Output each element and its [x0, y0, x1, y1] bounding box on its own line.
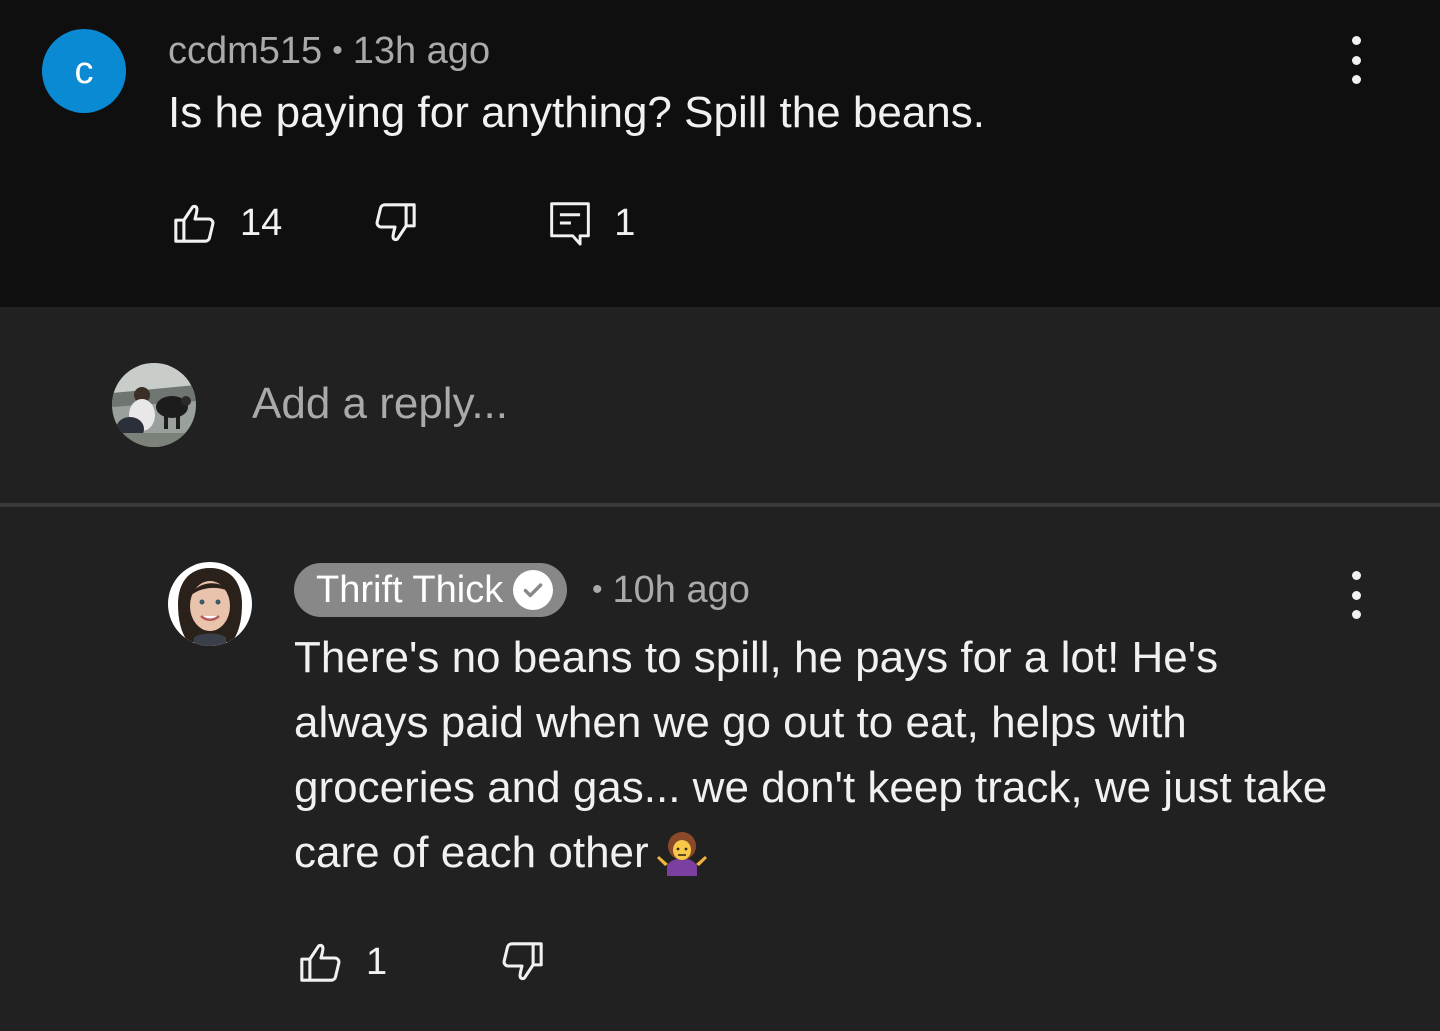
like-button[interactable]: 14 — [172, 200, 282, 246]
parent-comment: c ccdm515 • 13h ago Is he paying for anyth… — [0, 0, 1440, 307]
commenter-username[interactable]: ccdm515 — [168, 30, 322, 72]
dislike-button[interactable] — [499, 939, 545, 985]
like-count: 14 — [240, 201, 283, 244]
reply-count: 1 — [614, 201, 636, 244]
comments-screen: c ccdm515 • 13h ago Is he paying for anyth… — [0, 0, 1440, 1031]
current-user-avatar — [112, 363, 196, 447]
reply-body: There's no beans to spill, he pays for a… — [294, 633, 1328, 877]
comment-meta: ccdm515 • 13h ago — [168, 30, 490, 73]
like-count: 1 — [366, 940, 388, 983]
reply-author-avatar[interactable] — [168, 562, 252, 646]
reply-text: There's no beans to spill, he pays for a… — [294, 625, 1354, 885]
more-vert-icon[interactable] — [1346, 36, 1366, 84]
thumbs-up-icon — [300, 943, 341, 982]
add-reply-section — [0, 307, 1440, 503]
more-vert-icon[interactable] — [1346, 571, 1366, 619]
replies-button[interactable]: 1 — [548, 200, 635, 246]
reply-actions: 1 — [298, 939, 545, 985]
reply-comment: Thrift Thick • 10h ago There's no beans t… — [0, 507, 1440, 1031]
meta-separator: • — [592, 573, 603, 606]
reply-meta: • 10h ago — [592, 569, 750, 612]
thumbs-down-icon — [375, 203, 416, 242]
add-reply-input[interactable] — [252, 379, 1152, 429]
thumbs-up-icon — [174, 204, 215, 243]
comment-actions: 14 1 — [172, 200, 635, 246]
reply-time: 10h ago — [612, 569, 750, 611]
commenter-avatar[interactable]: c — [42, 29, 126, 113]
verified-check-icon — [513, 570, 554, 610]
comment-text: Is he paying for anything? Spill the bea… — [168, 88, 985, 137]
shrug-emoji-icon — [656, 826, 707, 877]
thumbs-down-icon — [502, 942, 543, 981]
author-name-badge[interactable]: Thrift Thick — [294, 563, 568, 617]
dislike-button[interactable] — [372, 200, 418, 246]
meta-separator: • — [332, 34, 343, 67]
like-button[interactable]: 1 — [298, 939, 387, 985]
comment-time: 13h ago — [352, 30, 491, 72]
reply-author-name: Thrift Thick — [316, 568, 504, 611]
reply-comment-icon — [550, 202, 591, 246]
